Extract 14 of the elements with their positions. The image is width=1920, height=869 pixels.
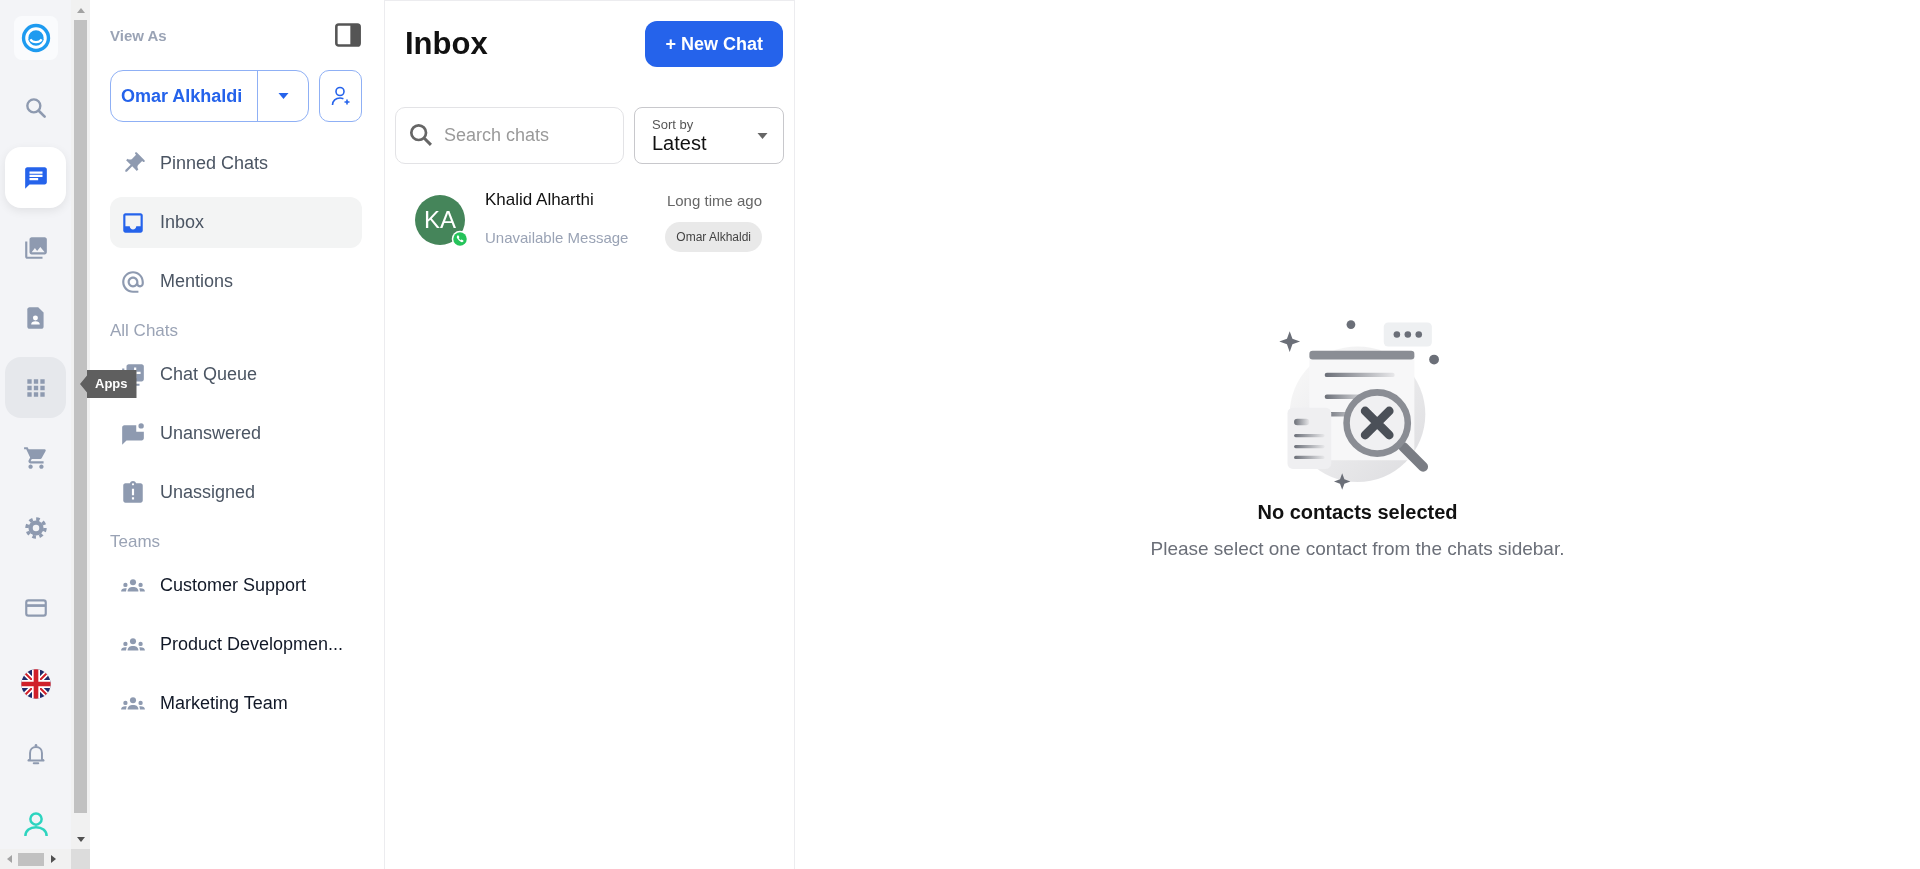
section-heading: All Chats [110, 321, 180, 341]
section-heading: Teams [110, 532, 162, 552]
empty-state-message: Please select one contact from the chats sidebar. [1150, 537, 1565, 560]
message-preview: Unavailable Message [485, 228, 629, 246]
avatar: KA [415, 195, 465, 245]
contact-name: Khalid Alharthi [485, 190, 594, 210]
sort-label: Sort by [652, 118, 695, 131]
page-title: Inbox [405, 26, 488, 62]
view-as-label: View As [110, 26, 167, 44]
empty-state-title: No contacts selected [1257, 500, 1458, 524]
assignee-tag: Omar Alkhaldi [665, 222, 762, 252]
sort-value: Latest [652, 133, 707, 153]
timestamp: Long time ago [666, 191, 762, 209]
tooltip: Apps [80, 370, 137, 398]
